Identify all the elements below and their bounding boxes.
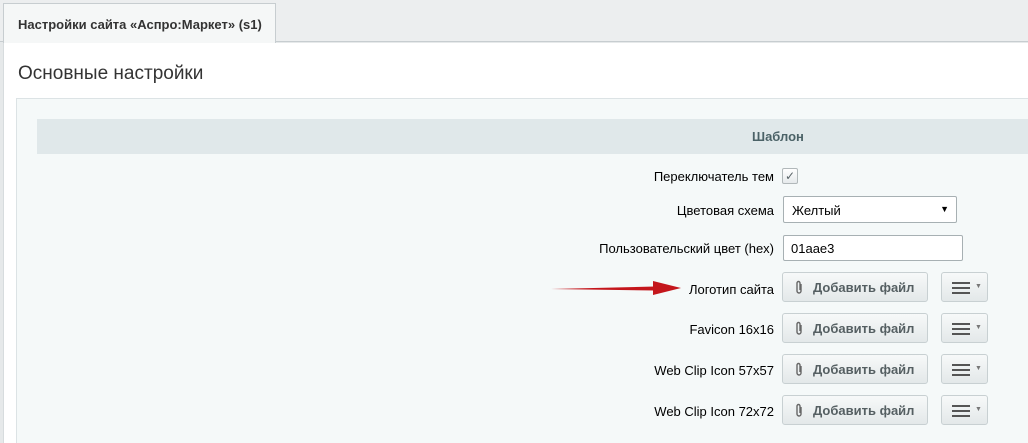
webclip57-add-file-label: Добавить файл [813,362,915,377]
caret-down-icon: ▼ [975,365,982,372]
webclip57-label: Web Clip Icon 57x57 [654,363,774,378]
webclip57-menu-button[interactable]: ▼ [941,354,988,384]
menu-icon [952,364,970,376]
webclip72-menu-button[interactable]: ▼ [941,395,988,425]
menu-icon [952,323,970,335]
color-scheme-label: Цветовая схема [676,203,774,218]
menu-icon [952,405,970,417]
color-scheme-value: Желтый [792,203,841,218]
paperclip-icon [796,362,802,376]
chevron-down-icon: ▼ [940,204,949,214]
paperclip-icon [796,403,802,417]
tab-bar: Настройки сайта «Аспро:Маркет» (s1) [0,0,1028,43]
section-title: Шаблон [752,129,804,144]
custom-color-label: Пользовательский цвет (hex) [599,241,774,256]
favicon-label: Favicon 16x16 [689,322,774,337]
annotation-arrow-icon [551,281,681,295]
caret-down-icon: ▼ [975,324,982,331]
menu-icon [952,282,970,294]
logo-add-file-label: Добавить файл [813,280,915,295]
favicon-menu-button[interactable]: ▼ [941,313,988,343]
theme-switcher-label: Переключатель тем [653,169,774,184]
caret-down-icon: ▼ [975,406,982,413]
paperclip-icon [796,280,802,294]
caret-down-icon: ▼ [975,283,982,290]
favicon-add-file-button[interactable]: Добавить файл [782,313,928,343]
theme-switcher-checkbox[interactable]: ✓ [782,168,798,184]
section-header-template: Шаблон [37,119,1028,154]
settings-form: Шаблон [16,98,1028,443]
webclip72-add-file-button[interactable]: Добавить файл [782,395,928,425]
color-scheme-select[interactable]: Желтый ▼ [783,196,957,223]
paperclip-icon [796,321,802,335]
page-title: Основные настройки [18,63,204,84]
logo-add-file-button[interactable]: Добавить файл [782,272,928,302]
webclip72-label: Web Clip Icon 72x72 [654,404,774,419]
custom-color-input[interactable]: 01aae3 [783,235,963,261]
logo-menu-button[interactable]: ▼ [941,272,988,302]
logo-label: Логотип сайта [688,282,774,297]
favicon-add-file-label: Добавить файл [813,321,915,336]
webclip57-add-file-button[interactable]: Добавить файл [782,354,928,384]
webclip72-add-file-label: Добавить файл [813,403,915,418]
tab-site-settings[interactable]: Настройки сайта «Аспро:Маркет» (s1) [3,3,276,43]
